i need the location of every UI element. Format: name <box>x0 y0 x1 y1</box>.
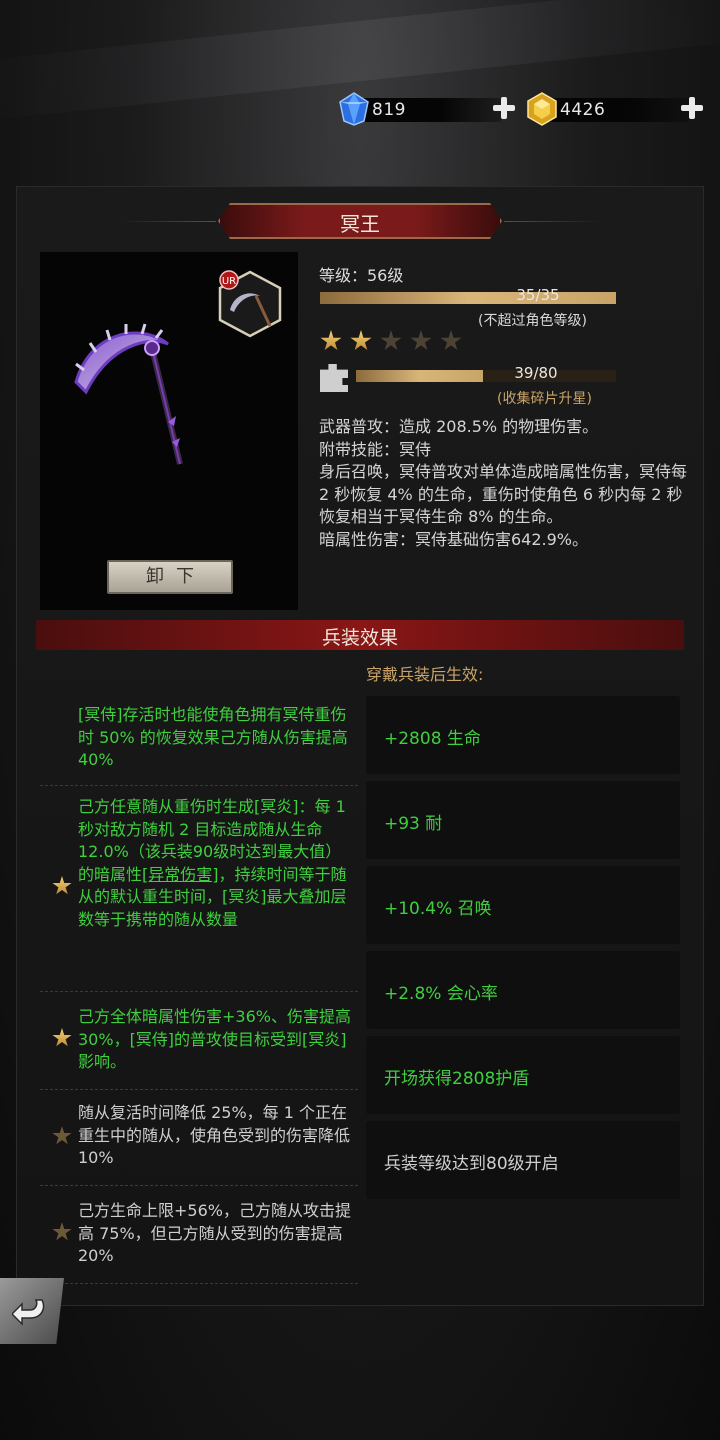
stat-text: +2808 生命 <box>384 729 481 749</box>
star-icon <box>52 1222 72 1241</box>
exp-note: (不超过角色等级) <box>478 313 587 329</box>
star-icon <box>350 330 372 351</box>
unequip-button[interactable]: 卸下 <box>107 560 233 594</box>
stat-box: +93 耐 <box>366 781 680 859</box>
stat-box: 开场获得2808护盾 <box>366 1036 680 1114</box>
skill-item: 己方生命上限+56%，己方随从攻击提高 75%，但己方随从受到的伤害提高 20% <box>40 1186 358 1284</box>
add-gems-button[interactable] <box>492 96 516 120</box>
stat-text: 开场获得2808护盾 <box>384 1069 530 1089</box>
stat-text: +93 耐 <box>384 814 443 834</box>
back-button[interactable] <box>0 1278 64 1344</box>
stat-box: 兵装等级达到80级开启 <box>366 1121 680 1199</box>
effects-title: 兵装效果 <box>321 627 398 649</box>
gold-gem-icon <box>527 92 557 126</box>
star-icon <box>380 330 402 351</box>
star-icon <box>410 330 432 351</box>
shard-note: (收集碎片升星) <box>497 391 592 407</box>
star-icon <box>52 876 72 895</box>
skill-text: 己方生命上限+56%，己方随从攻击提高 75%，但己方随从受到的伤害提高 20% <box>78 1201 351 1265</box>
skill-text: [冥侍]存活时也能使角色拥有冥侍重伤时 50% 的恢复效果己方随从伤害提高 40… <box>78 705 348 769</box>
stat-text: +10.4% 召唤 <box>384 899 492 919</box>
stat-box: +10.4% 召唤 <box>366 866 680 944</box>
skill-item: 己方任意随从重伤时生成[冥炎]：每 1 秒对敌方随机 2 目标造成随从生命 12… <box>40 786 358 992</box>
level-label: 等级：56级 <box>319 266 404 285</box>
skill-item: 己方全体暗属性伤害+36%、伤害提高 30%，[冥侍]的普攻使目标受到[冥炎]影… <box>40 992 358 1090</box>
exp-text: 35/35 <box>516 286 560 304</box>
rarity-badge: UR <box>222 276 236 287</box>
stat-text: 兵装等级达到80级开启 <box>384 1154 559 1174</box>
title-line-right <box>504 221 600 222</box>
effects-subtitle: 穿戴兵装后生效: <box>366 665 484 684</box>
ur-rarity-frame: UR <box>218 270 282 338</box>
blue-gem-icon <box>339 92 369 126</box>
abnormal-damage-link[interactable]: [异常伤害] <box>142 865 219 884</box>
gem-currency: 819 <box>338 92 520 126</box>
star-icon <box>52 1126 72 1145</box>
weapon-description: 武器普攻：造成 208.5% 的物理伤害。 附带技能：冥侍 身后召唤，冥侍普攻对… <box>319 416 689 551</box>
desc-line: 武器普攻：造成 208.5% 的物理伤害。 <box>319 417 599 436</box>
gold-currency: 4426 <box>526 92 708 126</box>
star-icon <box>52 1028 72 1047</box>
skill-item: 随从复活时间降低 25%，每 1 个正在重生中的随从，使角色受到的伤害降低 10… <box>40 1090 358 1186</box>
title-line-left <box>120 221 216 222</box>
star-icon <box>440 330 462 351</box>
stat-box: +2.8% 会心率 <box>366 951 680 1029</box>
gem-count: 819 <box>372 100 406 120</box>
shard-text: 39/80 <box>514 364 558 382</box>
skill-text: 己方全体暗属性伤害+36%、伤害提高 30%，[冥侍]的普攻使目标受到[冥炎]影… <box>78 1007 351 1071</box>
skill-item: [冥侍]存活时也能使角色拥有冥侍重伤时 50% 的恢复效果己方随从伤害提高 40… <box>40 694 358 786</box>
desc-line: 附带技能：冥侍 <box>319 439 432 459</box>
star-rating <box>320 330 462 352</box>
gold-count: 4426 <box>560 100 606 120</box>
star-icon <box>320 330 342 351</box>
back-arrow-icon <box>12 1299 45 1326</box>
stat-text: +2.8% 会心率 <box>384 984 498 1004</box>
desc-line: 身后召唤，冥侍普攻对单体造成暗属性伤害，冥侍每 2 秒恢复 4% 的生命，重伤时… <box>319 462 688 526</box>
stat-box: +2808 生命 <box>366 696 680 774</box>
desc-line: 暗属性伤害：冥侍基础伤害642.9%。 <box>319 529 589 549</box>
weapon-name: 冥王 <box>340 212 380 236</box>
add-gold-button[interactable] <box>680 96 704 120</box>
skill-text: 随从复活时间降低 25%，每 1 个正在重生中的随从，使角色受到的伤害降低 10… <box>78 1103 351 1167</box>
skill-text: 己方任意随从重伤时生成[冥炎]：每 1 秒对敌方随机 2 目标造成随从生命 12… <box>78 796 358 931</box>
